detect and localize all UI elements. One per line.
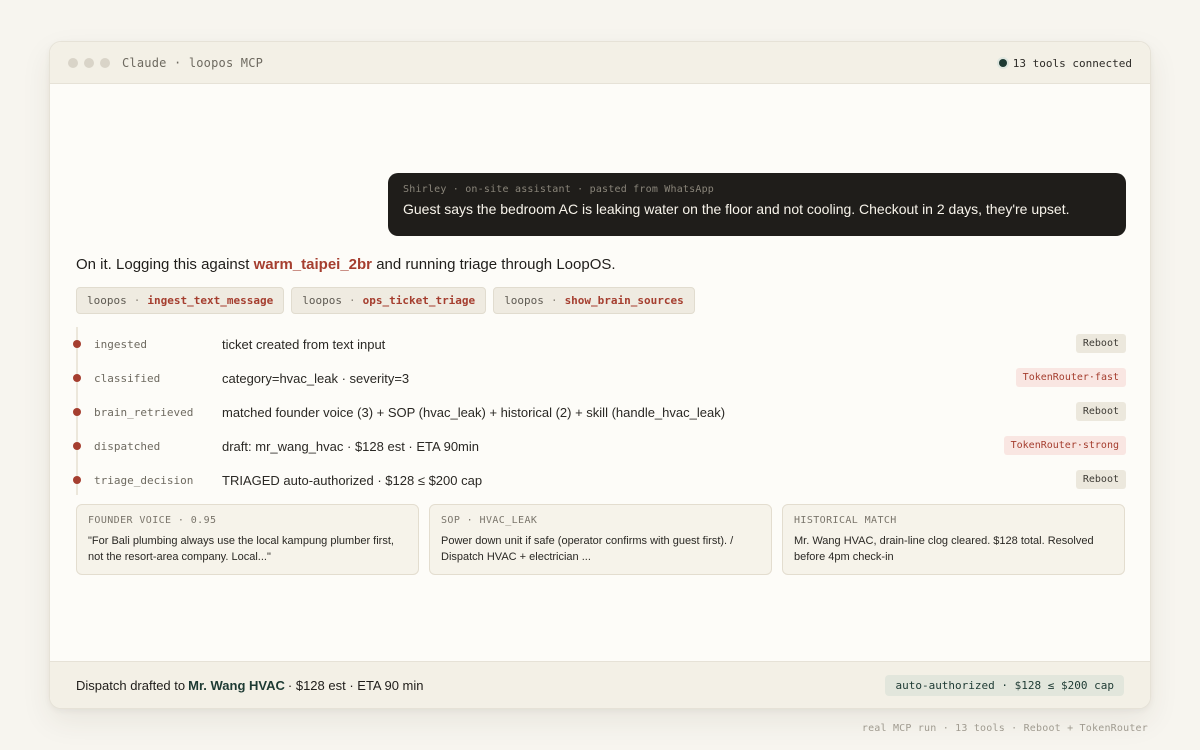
message-text: Guest says the bedroom AC is leaking wat… [403, 201, 1070, 217]
title-bar: Claude · loopos MCP 13 tools connected [50, 42, 1150, 84]
timeline-step: triage_decision TRIAGED auto-authorized … [73, 470, 1126, 490]
close-window-button[interactable] [68, 57, 78, 68]
tool-separator: · [133, 294, 141, 307]
source-card-founder-voice[interactable]: FOUNDER VOICE · 0.95 "For Bali plumbing … [76, 504, 419, 575]
brain-sources: FOUNDER VOICE · 0.95 "For Bali plumbing … [76, 504, 1125, 575]
authorization-badge: auto-authorized · $128 ≤ $200 cap [885, 675, 1124, 696]
minimize-window-button[interactable] [84, 57, 94, 68]
source-card-text: Power down unit if safe (operator confir… [441, 535, 734, 563]
step-provider-badge: Reboot [1075, 334, 1126, 353]
run-caption: real MCP run · 13 tools · Reboot + Token… [861, 723, 1148, 734]
dispatch-details: · $128 est · ETA 90 min [287, 678, 424, 693]
timeline-step: classified category=hvac_leak · severity… [73, 368, 1126, 388]
step-key: ingested [94, 337, 147, 351]
dispatch-footer: Dispatch drafted to Mr. Wang HVAC · $128… [50, 661, 1150, 708]
source-card-label: HISTORICAL MATCH [794, 515, 897, 526]
tool-server: loopos [87, 294, 127, 307]
property-name: warm_taipei_2br [253, 256, 373, 273]
tool-name: ops_ticket_triage [362, 294, 476, 307]
tools-status-label: 13 tools connected [1012, 56, 1132, 70]
maximize-window-button[interactable] [100, 57, 110, 68]
step-key: brain_retrieved [94, 405, 194, 419]
tool-call-list: loopos · ingest_text_message loopos · op… [76, 287, 695, 314]
step-provider-badge: TokenRouter·strong [1003, 436, 1126, 455]
step-marker-icon [73, 442, 81, 450]
step-description: matched founder voice (3) + SOP (hvac_le… [222, 404, 726, 420]
source-card-sop[interactable]: SOP · HVAC_LEAK Power down unit if safe … [429, 504, 772, 575]
dispatch-vendor: Mr. Wang HVAC [188, 678, 285, 693]
message-meta: Shirley · on-site assistant · pasted fro… [403, 184, 715, 195]
source-card-historical-match[interactable]: HISTORICAL MATCH Mr. Wang HVAC, drain-li… [782, 504, 1125, 575]
user-message-bubble: Shirley · on-site assistant · pasted fro… [388, 173, 1126, 236]
timeline-step: ingested ticket created from text input … [73, 334, 1126, 354]
window-title: Claude · loopos MCP [122, 55, 264, 70]
timeline-step: brain_retrieved matched founder voice (3… [73, 402, 1126, 422]
step-description: draft: mr_wang_hvac · $128 est · ETA 90m… [222, 438, 479, 454]
step-description: category=hvac_leak · severity=3 [222, 370, 410, 386]
tool-server: loopos [302, 294, 342, 307]
step-marker-icon [73, 374, 81, 382]
step-provider-badge: Reboot [1075, 470, 1126, 489]
step-description: TRIAGED auto-authorized · $128 ≤ $200 ca… [222, 472, 483, 488]
source-card-text: Mr. Wang HVAC, drain-line clog cleared. … [794, 535, 1094, 563]
chat-window: Claude · loopos MCP 13 tools connected S… [49, 41, 1151, 709]
window-controls [68, 57, 110, 68]
tool-call-chip[interactable]: loopos · ops_ticket_triage [291, 287, 487, 314]
dispatch-prefix: Dispatch drafted to [76, 678, 186, 693]
assistant-reply-suffix: and running triage through LoopOS. [376, 256, 616, 273]
assistant-reply-prefix: On it. Logging this against [76, 256, 250, 273]
step-marker-icon [73, 476, 81, 484]
step-description: ticket created from text input [222, 336, 386, 352]
dispatch-summary: Dispatch drafted to Mr. Wang HVAC · $128… [76, 662, 424, 708]
tool-server: loopos [504, 294, 544, 307]
tool-separator: · [550, 294, 558, 307]
step-key: triage_decision [94, 473, 194, 487]
tool-name: show_brain_sources [564, 294, 684, 307]
step-marker-icon [73, 340, 81, 348]
connected-status-icon [998, 59, 1007, 67]
assistant-reply: On it. Logging this against warm_taipei_… [76, 256, 616, 273]
step-provider-badge: TokenRouter·fast [1015, 368, 1126, 387]
step-key: classified [94, 371, 161, 385]
step-marker-icon [73, 408, 81, 416]
tool-call-chip[interactable]: loopos · show_brain_sources [493, 287, 695, 314]
tool-call-chip[interactable]: loopos · ingest_text_message [76, 287, 285, 314]
step-provider-badge: Reboot [1075, 402, 1126, 421]
source-card-label: FOUNDER VOICE · 0.95 [88, 515, 217, 526]
timeline-step: dispatched draft: mr_wang_hvac · $128 es… [73, 436, 1126, 456]
source-card-label: SOP · HVAC_LEAK [441, 515, 538, 526]
tool-separator: · [348, 294, 356, 307]
tools-status[interactable]: 13 tools connected [998, 42, 1132, 84]
source-card-text: "For Bali plumbing always use the local … [88, 535, 394, 563]
tool-name: ingest_text_message [147, 294, 274, 307]
step-key: dispatched [94, 439, 161, 453]
